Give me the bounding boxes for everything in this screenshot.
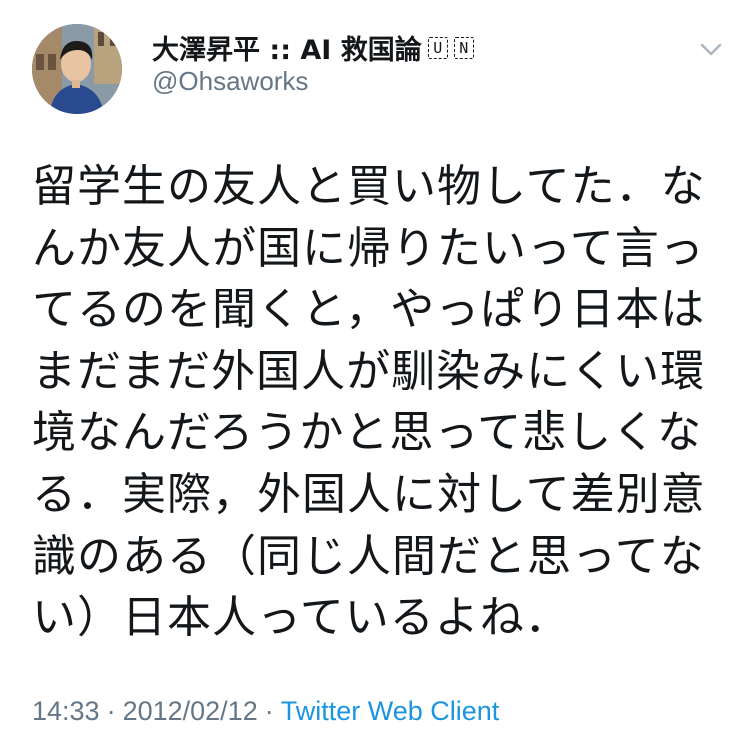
avatar[interactable] [32,24,122,114]
name-glyph-badge: U [427,36,448,59]
tweet-date[interactable]: 2012/02/12 [123,696,258,726]
meta-separator: · [264,696,274,726]
tweet-text-line: 留学生の友人と買い物してた．な [32,161,706,212]
tweet-text-line: まだまだ外国人が馴染みにくい環 [32,345,706,397]
tweet-client-link[interactable]: Twitter Web Client [281,696,500,726]
tweet-text-line: てるのを聞くと，やっぱり日本は [32,284,706,336]
author-handle[interactable]: @Ohsaworks [152,66,308,97]
tweet-text: 留学生の友人と買い物してた．な んか友人が国に帰りたいって言っ てるのを聞くと，… [32,156,712,649]
tweet-card: 大澤昇平 :: AI 救国論 U N @Ohsaworks 留学生の友人と買い物して… [0,0,750,742]
display-name-text: 大澤昇平 :: AI 救国論 [152,35,422,66]
author-display-name[interactable]: 大澤昇平 :: AI 救国論 U N [152,28,474,67]
tweet-meta: 14:33 · 2012/02/12 · Twitter Web Client [32,696,499,727]
tweet-text-line: る．実際，外国人に対して差別意 [32,468,706,520]
chevron-down-icon [700,43,722,56]
tweet-text-line: 識のある（同じ人間だと思ってな [32,530,705,582]
tweet-text-line: い）日本人っているよね． [32,592,570,644]
tweet-menu-button[interactable] [696,34,726,64]
tweet-text-line: 境なんだろうかと思って悲しくな [32,407,703,459]
name-glyph-badge: N [453,36,474,59]
profile-photo-icon [32,24,122,114]
tweet-text-line: んか友人が国に帰りたいって言っ [32,222,705,274]
tweet-time[interactable]: 14:33 [32,696,100,726]
meta-separator: · [106,696,116,726]
